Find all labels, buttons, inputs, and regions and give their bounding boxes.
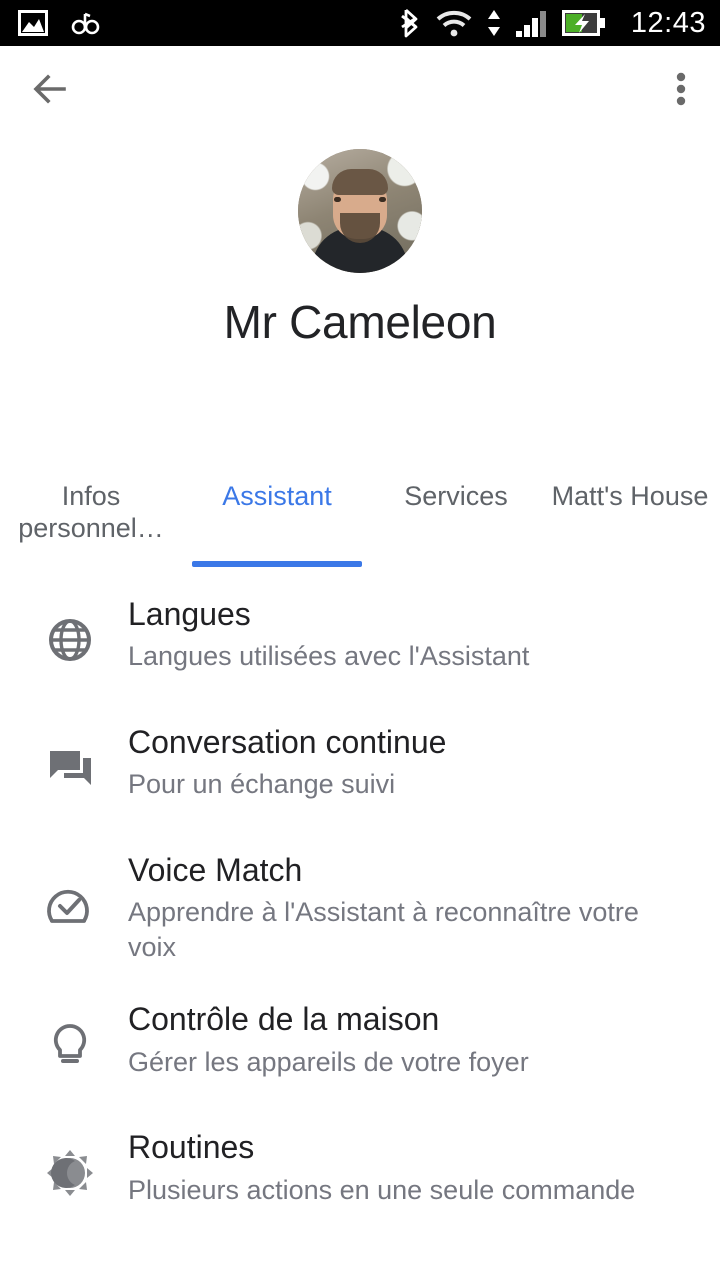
forum-icon [44,740,128,794]
status-bar: 12:43 [0,0,720,46]
tab-assistant[interactable]: Assistant [182,475,372,567]
list-item-subtitle: Plusieurs actions en une seule commande [128,1174,636,1205]
settings-list: Langues Langues utilisées avec l'Assista… [0,567,720,1236]
tab-label: Infos personnel… [18,481,164,543]
avatar-hair [332,169,388,195]
list-item-conversation-continue[interactable]: Conversation continue Pour un échange su… [0,703,720,831]
status-bar-left-icons [18,10,100,36]
list-item-text: Contrôle de la maison Gérer les appareil… [128,996,692,1079]
list-item-text: Langues Langues utilisées avec l'Assista… [128,591,692,674]
list-item-title: Langues [128,596,251,632]
avatar-eye-right [379,197,386,202]
arrow-back-icon[interactable] [28,67,72,111]
avatar[interactable] [298,149,422,273]
profile-header: Mr Cameleon [0,131,720,349]
avatar-eye-left [334,197,341,202]
tab-label: Assistant [222,481,332,511]
list-item-title: Contrôle de la maison [128,1001,440,1038]
tab-services[interactable]: Services [372,475,540,567]
tab-infos-personnelles[interactable]: Infos personnel… [0,475,182,567]
list-item-text: Routines Plusieurs actions en une seule … [128,1124,692,1207]
bluetooth-icon [400,7,422,39]
globe-icon [44,612,128,666]
status-bar-right-icons: 12:43 [400,7,706,40]
tab-label: Services [404,481,508,511]
more-vertical-icon[interactable] [670,67,692,111]
list-item-subtitle: Apprendre à l'Assistant à reconnaître vo… [128,897,639,962]
list-item-title: Routines [128,1129,255,1166]
routines-icon [44,1145,128,1199]
glasses-icon [70,10,100,36]
battery-charging-icon [561,9,606,37]
list-item-text: Voice Match Apprendre à l'Assistant à re… [128,847,692,964]
list-item-langues[interactable]: Langues Langues utilisées avec l'Assista… [0,575,720,703]
wifi-icon [435,8,473,38]
list-item-title: Voice Match [128,852,303,888]
list-item-voice-match[interactable]: Voice Match Apprendre à l'Assistant à re… [0,831,720,980]
list-item-controle-de-la-maison[interactable]: Contrôle de la maison Gérer les appareil… [0,980,720,1108]
photo-icon [18,10,48,36]
list-item-title: Conversation continue [128,724,447,760]
list-item-subtitle: Pour un échange suivi [128,769,396,800]
list-item-routines[interactable]: Routines Plusieurs actions en une seule … [0,1108,720,1236]
tab-label: Matt's House [551,481,709,511]
lightbulb-icon [44,1017,128,1071]
app-bar [0,46,720,131]
tab-matts-house[interactable]: Matt's House [540,475,720,567]
list-item-subtitle: Langues utilisées avec l'Assistant [128,641,530,672]
tab-bar: Infos personnel… Assistant Services Matt… [0,475,720,567]
cellular-signal-icon [515,8,549,38]
voice-match-icon [44,879,128,933]
list-item-subtitle: Gérer les appareils de votre foyer [128,1046,529,1077]
tab-active-indicator [192,561,362,567]
status-bar-clock: 12:43 [630,6,706,39]
data-transfer-icon [486,8,502,38]
page-title: Mr Cameleon [223,296,497,348]
list-item-text: Conversation continue Pour un échange su… [128,719,692,802]
